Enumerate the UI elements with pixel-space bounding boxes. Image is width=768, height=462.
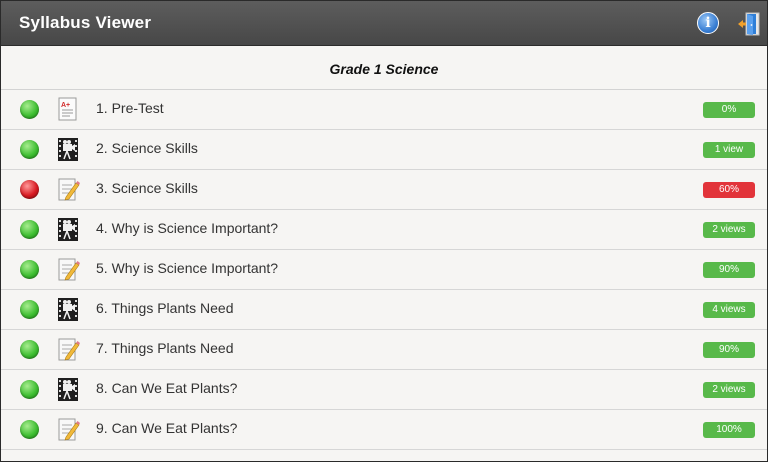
- syllabus-item-3[interactable]: 3. Science Skills 60%: [1, 170, 767, 210]
- syllabus-item-5[interactable]: 5. Why is Science Important? 90%: [1, 250, 767, 290]
- item-label: 9. Can We Eat Plants?: [96, 420, 238, 436]
- exit-door-icon[interactable]: [737, 11, 763, 37]
- info-icon[interactable]: i: [697, 12, 719, 34]
- status-indicator: [20, 300, 39, 319]
- syllabus-item-2[interactable]: 2. Science Skills 1 view: [1, 130, 767, 170]
- quiz-pencil-icon: [56, 177, 80, 202]
- item-label: 2. Science Skills: [96, 140, 198, 156]
- svg-text:A+: A+: [61, 102, 70, 109]
- course-title: Grade 1 Science: [329, 61, 439, 77]
- video-lesson-icon: [56, 377, 80, 402]
- syllabus-viewer-window: Syllabus Viewer i Grade 1 Science A+ 1. …: [0, 0, 768, 462]
- syllabus-item-7[interactable]: 7. Things Plants Need 90%: [1, 330, 767, 370]
- item-label: 8. Can We Eat Plants?: [96, 380, 238, 396]
- progress-badge: 90%: [703, 262, 755, 278]
- status-indicator: [20, 100, 39, 119]
- quiz-pencil-icon: [56, 417, 80, 442]
- status-indicator: [20, 220, 39, 239]
- test-paper-icon: A+: [56, 97, 80, 122]
- item-label: 7. Things Plants Need: [96, 340, 234, 356]
- syllabus-item-4[interactable]: 4. Why is Science Important? 2 views: [1, 210, 767, 250]
- progress-badge: 2 views: [703, 222, 755, 238]
- video-lesson-icon: [56, 137, 80, 162]
- syllabus-list: A+ 1. Pre-Test 0% 2. Science Skills 1 vi…: [1, 90, 767, 450]
- progress-badge: 4 views: [703, 302, 755, 318]
- progress-badge: 60%: [703, 182, 755, 198]
- video-lesson-icon: [56, 297, 80, 322]
- progress-badge: 0%: [703, 102, 755, 118]
- status-indicator: [20, 340, 39, 359]
- status-indicator: [20, 420, 39, 439]
- video-lesson-icon: [56, 217, 80, 242]
- status-indicator: [20, 380, 39, 399]
- syllabus-item-6[interactable]: 6. Things Plants Need 4 views: [1, 290, 767, 330]
- course-header: Grade 1 Science: [1, 49, 767, 90]
- item-label: 4. Why is Science Important?: [96, 220, 279, 236]
- item-label: 5. Why is Science Important?: [96, 260, 279, 276]
- status-indicator: [20, 180, 39, 199]
- item-label: 1. Pre-Test: [96, 100, 164, 116]
- syllabus-item-1[interactable]: A+ 1. Pre-Test 0%: [1, 90, 767, 130]
- quiz-pencil-icon: [56, 337, 80, 362]
- progress-badge: 2 views: [703, 382, 755, 398]
- item-label: 3. Science Skills: [96, 180, 198, 196]
- status-indicator: [20, 140, 39, 159]
- syllabus-item-8[interactable]: 8. Can We Eat Plants? 2 views: [1, 370, 767, 410]
- progress-badge: 100%: [703, 422, 755, 438]
- progress-badge: 1 view: [703, 142, 755, 158]
- quiz-pencil-icon: [56, 257, 80, 282]
- status-indicator: [20, 260, 39, 279]
- title-bar: Syllabus Viewer i: [1, 1, 767, 46]
- syllabus-item-9[interactable]: 9. Can We Eat Plants? 100%: [1, 410, 767, 450]
- item-label: 6. Things Plants Need: [96, 300, 234, 316]
- progress-badge: 90%: [703, 342, 755, 358]
- app-title: Syllabus Viewer: [19, 13, 152, 32]
